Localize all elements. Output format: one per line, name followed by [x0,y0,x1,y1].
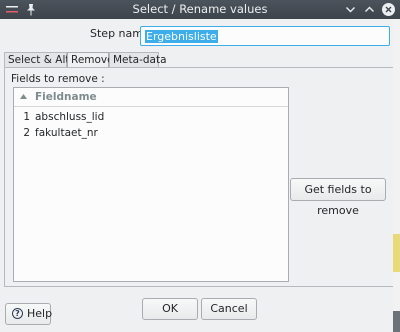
remove-tab-panel: Fields to remove : Fieldname 1 abschluss… [4,67,394,287]
step-name-value: Ergebnisliste [145,30,218,43]
help-icon: ? [12,308,23,319]
table-header[interactable]: Fieldname [14,88,288,107]
background-dark-area [393,311,400,332]
step-name-input[interactable]: Ergebnisliste [140,26,390,46]
help-label: Help [27,307,53,320]
table-row[interactable]: 2 fakultaet_nr [14,126,288,142]
chevron-up-icon[interactable] [363,3,376,16]
fieldname-cell[interactable]: abschluss_lid [35,111,104,123]
tab-select-alter[interactable]: Select & Alter [4,52,80,67]
dialog-window: Select / Rename values Step name Ergebni… [0,0,400,332]
table-row[interactable]: 1 abschluss_lid [14,110,288,126]
fields-table[interactable]: Fieldname 1 abschluss_lid 2 fakultaet_nr [13,87,289,282]
background-window-strip [393,19,400,332]
chevron-down-icon[interactable] [344,3,357,16]
help-button[interactable]: ? Help [5,303,53,325]
get-fields-to-remove-button[interactable]: Get fields to remove [290,178,386,217]
background-highlight [393,234,400,272]
sort-up-icon[interactable] [20,94,27,99]
row-number: 1 [23,111,30,123]
close-icon[interactable] [382,3,395,16]
fieldname-cell[interactable]: fakultaet_nr [35,127,98,139]
row-number: 2 [23,127,30,139]
tab-remove[interactable]: Remove [67,52,114,68]
window-title: Select / Rename values [132,2,268,16]
fields-to-remove-label: Fields to remove : [11,73,105,85]
tab-meta-data[interactable]: Meta-data [109,52,167,67]
title-bar[interactable]: Select / Rename values [0,0,400,19]
cancel-button[interactable]: Cancel [201,298,257,320]
ok-button[interactable]: OK [142,298,198,320]
column-header-fieldname[interactable]: Fieldname [35,91,97,103]
